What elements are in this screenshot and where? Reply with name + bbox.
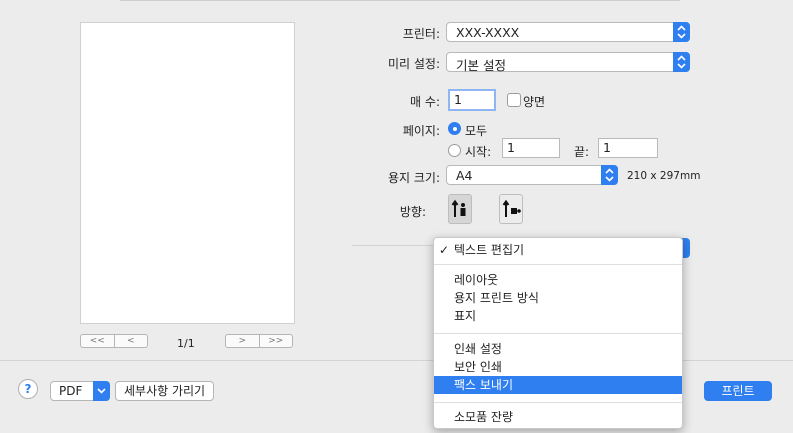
pages-from-input[interactable]: 1 [502, 138, 560, 158]
paper-size-label: 용지 크기: [387, 171, 440, 185]
pages-all-radio[interactable] [448, 122, 461, 135]
menu-item-send-fax[interactable]: 팩스 보내기 [434, 376, 682, 394]
menu-item-print-settings[interactable]: 인쇄 설정 [434, 340, 682, 358]
landscape-icon [502, 199, 521, 217]
preset-label: 미리 설정: [387, 57, 440, 71]
print-button[interactable]: 프린트 [704, 381, 772, 401]
printer-label: 프린터: [402, 27, 440, 41]
pages-label: 페이지: [402, 124, 440, 138]
hide-details-button[interactable]: 세부사항 가리기 [115, 381, 215, 401]
pages-to-label: 끝: [574, 145, 590, 159]
pdf-menu-button[interactable]: PDF [50, 381, 110, 401]
top-divider [120, 0, 680, 1]
menu-separator [434, 402, 682, 403]
paper-size-value: A4 [456, 168, 473, 183]
paper-size-select[interactable]: A4 [446, 165, 618, 185]
preset-select[interactable]: 기본 설정 [446, 52, 690, 73]
paper-dimensions: 210 x 297mm [627, 170, 701, 182]
help-button[interactable]: ? [18, 379, 38, 399]
orientation-label: 방향: [399, 205, 426, 219]
menu-item-layout[interactable]: 레이아웃 [434, 271, 682, 289]
copies-input[interactable]: 1 [448, 89, 496, 111]
menu-separator [434, 333, 682, 334]
printer-value: XXX-XXXX [456, 25, 520, 40]
menu-item-label: 텍스트 편집기 [454, 243, 525, 257]
portrait-icon [451, 199, 466, 217]
chevron-down-icon [93, 381, 110, 401]
pages-all-label: 모두 [465, 124, 488, 138]
menu-item-paper-handling[interactable]: 용지 프린트 방식 [434, 289, 682, 307]
pages-range-radio[interactable] [448, 144, 461, 157]
last-page-button[interactable]: >> [258, 335, 293, 347]
preset-value: 기본 설정 [456, 58, 506, 73]
menu-item-cover-page[interactable]: 표지 [434, 307, 682, 325]
preview-nav-back-group: << < [80, 334, 148, 348]
menu-item-secure-print[interactable]: 보안 인쇄 [434, 358, 682, 376]
menu-item-supply-levels[interactable]: 소모품 잔량 [434, 408, 682, 426]
duplex-label: 양면 [523, 95, 546, 109]
prev-page-button[interactable]: < [113, 335, 148, 347]
checkmark-icon: ✓ [439, 243, 450, 257]
next-page-button[interactable]: > [226, 335, 259, 347]
paper-updown-icon [601, 165, 618, 185]
portrait-button[interactable] [448, 194, 472, 224]
menu-item-text-editor[interactable]: ✓ 텍스트 편집기 [434, 241, 682, 259]
menu-separator [434, 264, 682, 265]
landscape-button[interactable] [499, 194, 523, 224]
pages-to-input[interactable]: 1 [598, 138, 658, 158]
copies-label: 매 수: [410, 95, 440, 109]
duplex-checkbox[interactable] [507, 93, 521, 107]
first-page-button[interactable]: << [81, 335, 114, 347]
printer-updown-icon [673, 22, 690, 42]
panel-dropdown-menu: ✓ 텍스트 편집기 레이아웃 용지 프린트 방식 표지 인쇄 설정 보안 인쇄 … [433, 237, 683, 429]
preset-updown-icon [673, 52, 690, 72]
page-preview [80, 22, 295, 324]
pages-from-label: 시작: [465, 145, 492, 159]
printer-select[interactable]: XXX-XXXX [446, 22, 690, 42]
preview-nav-forward-group: > >> [225, 334, 293, 348]
pdf-label: PDF [59, 384, 83, 398]
page-indicator: 1/1 [177, 337, 195, 350]
